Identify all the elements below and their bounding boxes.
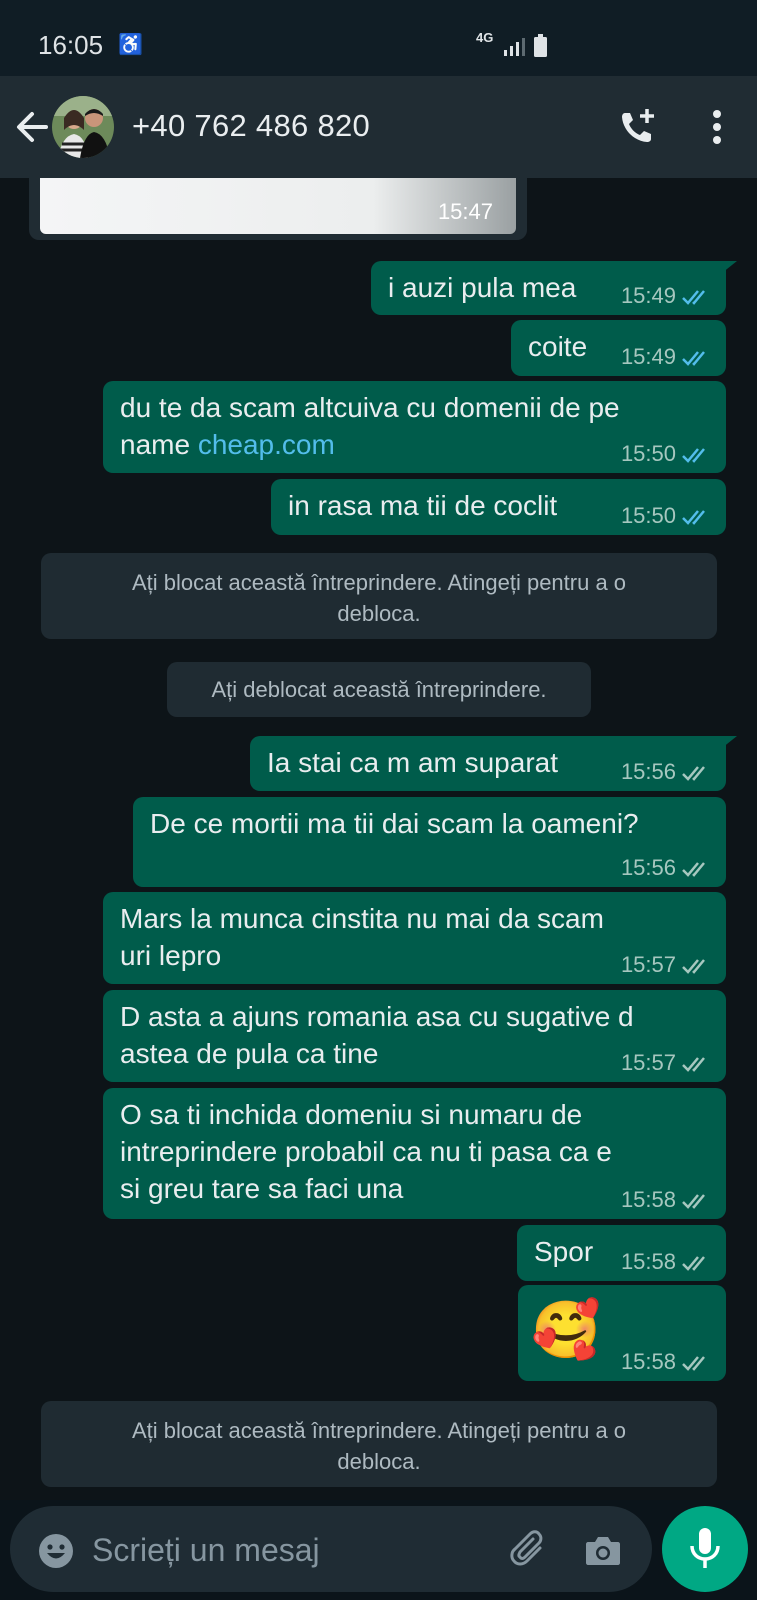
message-text-line: uri lepro — [120, 940, 222, 971]
message-time: 15:50 — [620, 441, 676, 466]
message-text: coite — [528, 331, 588, 362]
message-text: in rasa ma tii de coclit — [288, 490, 558, 521]
incoming-image-message[interactable]: 15:47 — [29, 178, 527, 240]
message-meta: 15:58 — [621, 1185, 712, 1215]
message-time: 15:58 — [620, 1187, 676, 1212]
read-ticks-icon — [682, 290, 705, 306]
bubble-tail — [717, 261, 737, 277]
system-note-blocked[interactable]: Ați blocat această întreprindere. Atinge… — [41, 553, 717, 639]
message-link[interactable]: cheap.com — [198, 429, 335, 460]
input-pill[interactable] — [10, 1506, 652, 1592]
message-time: 15:56 — [620, 855, 676, 880]
message-input[interactable] — [90, 1516, 494, 1584]
delivered-ticks-icon — [682, 1356, 705, 1372]
status-time: 16:05 — [38, 30, 104, 60]
delivered-ticks-icon — [682, 1194, 705, 1210]
message-meta: 15:57 — [621, 1048, 712, 1078]
message-meta: 15:58 — [621, 1347, 712, 1377]
message-meta: 15:49 — [621, 342, 712, 372]
message-time: 15:47 — [437, 199, 493, 224]
outgoing-message[interactable]: Mars la munca cinstita nu mai da scam ur… — [103, 892, 726, 984]
message-text-block: D asta a ajuns romania asa cu sugative d… — [120, 998, 634, 1072]
back-arrow-icon[interactable] — [10, 100, 52, 154]
message-meta: 15:50 — [621, 501, 712, 531]
emoji-message: 🥰 — [531, 1298, 601, 1361]
bubble-tail — [717, 736, 737, 752]
outgoing-message[interactable]: Spor 15:58 — [517, 1225, 726, 1281]
system-note-line: debloca. — [337, 601, 421, 626]
message-meta: 15:56 — [621, 757, 712, 787]
read-ticks-icon — [682, 351, 705, 367]
delivered-ticks-icon — [682, 862, 705, 878]
attach-icon[interactable] — [510, 1530, 548, 1570]
system-note-line: Ați blocat această întreprindere. Atinge… — [131, 1418, 627, 1443]
message-text-line: D asta a ajuns romania asa cu sugative d — [120, 1001, 634, 1032]
message-text-line: Mars la munca cinstita nu mai da scam — [120, 903, 604, 934]
outgoing-message[interactable]: O sa ti inchida domeniu si numaru de int… — [103, 1088, 726, 1219]
message-text-line: name — [120, 429, 198, 460]
message-time: 15:57 — [620, 1050, 676, 1075]
signal-icon — [504, 38, 525, 56]
accessibility-icon: ♿ — [118, 34, 143, 56]
message-text-block: O sa ti inchida domeniu si numaru de int… — [120, 1096, 612, 1207]
delivered-ticks-icon — [682, 1256, 705, 1272]
more-vertical-icon[interactable] — [700, 106, 734, 148]
emoji-icon[interactable] — [38, 1533, 74, 1569]
network-type: 4G — [476, 30, 494, 45]
read-ticks-icon — [682, 448, 705, 464]
system-note-unblocked: Ați deblocat această întreprindere. — [167, 662, 591, 717]
system-note-line: debloca. — [337, 1449, 421, 1474]
message-time: 15:49 — [620, 344, 676, 369]
message-text-line: O sa ti inchida domeniu si numaru de — [120, 1099, 583, 1130]
chat-area[interactable]: 15:47 i auzi pula mea 15:49 coite 15:49 … — [0, 178, 757, 1500]
outgoing-message[interactable]: De ce mortii ma tii dai scam la oameni? … — [133, 797, 726, 887]
message-text: Ia stai ca m am suparat — [267, 747, 559, 778]
read-ticks-icon — [682, 510, 705, 526]
message-meta: 15:56 — [621, 853, 712, 883]
message-meta: 15:50 — [621, 439, 712, 469]
outgoing-message[interactable]: coite 15:49 — [511, 320, 726, 376]
status-bar: 16:05 ♿ 4G — [0, 0, 757, 76]
message-text-block: Mars la munca cinstita nu mai da scam ur… — [120, 900, 604, 974]
message-meta: 15:49 — [621, 281, 712, 311]
message-text: i auzi pula mea — [388, 272, 577, 303]
system-note-blocked[interactable]: Ați blocat această întreprindere. Atinge… — [41, 1401, 717, 1487]
outgoing-message[interactable]: D asta a ajuns romania asa cu sugative d… — [103, 990, 726, 1082]
message-time: 15:56 — [620, 759, 676, 784]
message-meta: 15:58 — [621, 1247, 712, 1277]
message-time: 15:49 — [620, 283, 676, 308]
outgoing-message[interactable]: du te da scam altcuiva cu domenii de pe … — [103, 381, 726, 473]
message-meta: 15:57 — [621, 950, 712, 980]
message-time: 15:58 — [620, 1249, 676, 1274]
message-time: 15:58 — [620, 1349, 676, 1374]
outgoing-message[interactable]: in rasa ma tii de coclit 15:50 — [271, 479, 726, 535]
avatar-photo — [52, 96, 114, 158]
delivered-ticks-icon — [682, 1057, 705, 1073]
message-text-line: du te da scam altcuiva cu domenii de pe — [120, 392, 620, 423]
message-text-line: intreprindere probabil ca nu ti pasa ca … — [120, 1136, 612, 1167]
outgoing-message[interactable]: Ia stai ca m am suparat 15:56 — [250, 736, 737, 791]
chat-header: +40 762 486 820 — [0, 76, 757, 178]
message-time: 15:57 — [620, 952, 676, 977]
system-note-line: Ați blocat această întreprindere. Atinge… — [131, 570, 627, 595]
message-composer — [0, 1500, 757, 1600]
battery-icon — [534, 34, 547, 57]
outgoing-message[interactable]: i auzi pula mea 15:49 — [371, 261, 737, 315]
mic-button[interactable] — [662, 1506, 748, 1592]
delivered-ticks-icon — [682, 766, 705, 782]
delivered-ticks-icon — [682, 959, 705, 975]
add-call-icon[interactable] — [617, 106, 659, 148]
message-time: 15:50 — [620, 503, 676, 528]
mic-icon — [690, 1528, 720, 1568]
message-text-line: astea de pula ca tine — [120, 1038, 379, 1069]
avatar[interactable] — [52, 96, 114, 158]
message-text-block: du te da scam altcuiva cu domenii de pe … — [120, 389, 620, 463]
message-text: De ce mortii ma tii dai scam la oameni? — [150, 808, 639, 839]
system-note-line: Ați deblocat această întreprindere. — [211, 677, 547, 702]
camera-icon[interactable] — [584, 1532, 622, 1568]
message-text-line: si greu tare sa faci una — [120, 1173, 404, 1204]
outgoing-message[interactable]: 🥰 15:58 — [518, 1285, 726, 1381]
message-text: Spor — [534, 1236, 594, 1267]
contact-name[interactable]: +40 762 486 820 — [132, 108, 370, 144]
